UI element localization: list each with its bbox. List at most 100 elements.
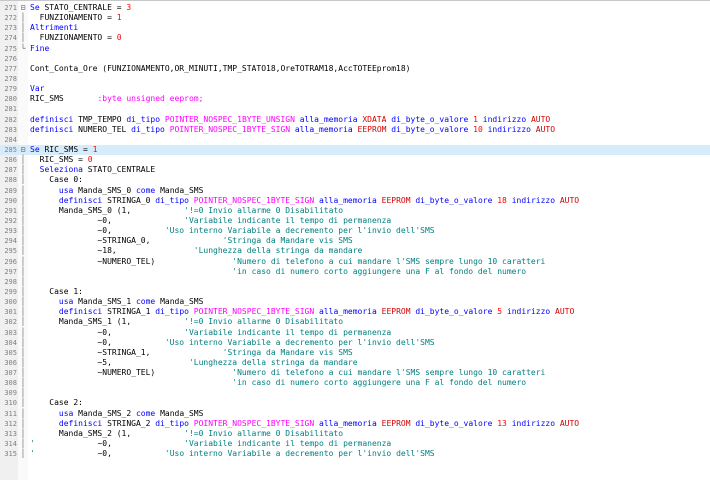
fold-toggle-icon[interactable]: ⊟ — [19, 145, 27, 155]
code-line[interactable]: 309 │ — [0, 388, 710, 398]
code-line[interactable]: 281 — [0, 104, 710, 114]
code-line[interactable]: 290 │ definisci STRINGA_0 di_tipo POINTER… — [0, 196, 710, 206]
code-text[interactable]: definisci TMP_TEMPO di_tipo POINTER_NOSP… — [30, 115, 550, 125]
code-text[interactable]: ' ~0, 'Variabile indicante il tempo di p… — [30, 439, 391, 449]
code-text[interactable]: usa Manda_SMS_2 come Manda_SMS — [30, 408, 204, 419]
code-editor[interactable]: 271 ⊟ Se STATO_CENTRALE = 3 272 │ FUNZIONAME… — [0, 0, 710, 480]
code-line[interactable]: 299 │ Case 1: — [0, 287, 710, 297]
code-line[interactable]: 291 │ Manda_SMS_0 (1, '!=0 Invio allarme … — [0, 206, 710, 216]
code-line[interactable]: 273 │ Altrimenti — [0, 23, 710, 33]
code-line[interactable]: 283 definisci NUMERO_TEL di_tipo POINTER_… — [0, 125, 710, 135]
code-text[interactable]: ~5, 'Lunghezza della stringa da mandare — [30, 358, 357, 368]
code-line[interactable]: 300 │ usa Manda_SMS_1 come Manda_SMS — [0, 297, 710, 307]
line-number: 277 — [4, 64, 17, 73]
code-text[interactable]: ~0, 'Uso interno Variabile a decremento … — [30, 226, 435, 236]
code-line[interactable]: 294 │ ~STRINGA_0, 'Stringa da Mandare vis… — [0, 236, 710, 246]
code-text[interactable]: usa Manda_SMS_0 come Manda_SMS — [30, 186, 204, 196]
code-text[interactable]: FUNZIONAMENTO = 1 — [30, 13, 122, 23]
fold-line-icon: │ — [20, 205, 26, 215]
code-text[interactable]: Cont_Conta_Ore (FUNZIONAMENTO,OR_MINUTI,… — [30, 64, 411, 74]
code-text[interactable]: definisci NUMERO_TEL di_tipo POINTER_NOS… — [30, 125, 555, 135]
code-text[interactable]: RIC_SMS = 0 — [30, 155, 93, 165]
code-text[interactable]: ~STRINGA_0, 'Stringa da Mandare vis SMS — [30, 236, 352, 246]
code-text[interactable]: ~NUMERO_TEL) 'Numero di telefono a cui m… — [30, 368, 545, 378]
code-line[interactable]: 311 │ usa Manda_SMS_2 come Manda_SMS — [0, 409, 710, 419]
code-text[interactable]: definisci STRINGA_1 di_tipo POINTER_NOSP… — [30, 307, 574, 317]
code-text[interactable]: ~0, 'Variabile indicante il tempo di per… — [30, 328, 391, 338]
code-line[interactable]: 313 │ Manda_SMS_2 (1, '!=0 Invio allarme … — [0, 429, 710, 439]
code-text[interactable]: 'in caso di numero corto aggiungere una … — [30, 378, 526, 388]
code-line[interactable]: 282 definisci TMP_TEMPO di_tipo POINTER_N… — [0, 115, 710, 125]
line-number: 284 — [4, 135, 17, 144]
code-line[interactable]: 308 │ 'in caso di numero corto aggiungere… — [0, 378, 710, 388]
code-line[interactable]: 302 │ Manda_SMS_1 (1, '!=0 Invio allarme … — [0, 317, 710, 327]
code-text[interactable]: Altrimenti — [30, 23, 78, 33]
code-line[interactable]: 310 │ Case 2: — [0, 398, 710, 408]
code-text[interactable]: Se STATO_CENTRALE = 3 — [30, 3, 131, 13]
code-line[interactable]: 285 ⊟ Se RIC_SMS = 1 — [0, 144, 710, 156]
code-token: come — [135, 297, 161, 307]
code-line[interactable]: 286 │ RIC_SMS = 0 — [0, 155, 710, 165]
code-text[interactable]: Case 2: — [30, 398, 83, 408]
code-line[interactable]: 305 │ ~STRINGA_1, 'Stringa da Mandare vis… — [0, 348, 710, 358]
code-text[interactable]: RIC_SMS :byte unsigned eeprom; — [30, 94, 203, 104]
code-line[interactable]: 296 │ ~NUMERO_TEL) 'Numero di telefono a … — [0, 257, 710, 267]
code-line[interactable]: 315 │ ' ~0, 'Uso interno Variabile a decre… — [0, 449, 710, 459]
code-text[interactable]: Se RIC_SMS = 1 — [30, 145, 97, 155]
code-line[interactable]: 298 │ — [0, 277, 710, 287]
code-line[interactable]: 297 │ 'in caso di numero corto aggiungere… — [0, 267, 710, 277]
code-line[interactable]: 292 │ ~0, 'Variabile indicante il tempo d… — [0, 216, 710, 226]
code-line[interactable]: 280 RIC_SMS :byte unsigned eeprom; — [0, 94, 710, 104]
code-text[interactable]: usa Manda_SMS_1 come Manda_SMS — [30, 297, 204, 307]
code-token: come — [135, 408, 161, 418]
code-line[interactable]: 284 — [0, 135, 710, 145]
code-text[interactable]: ~18, 'Lunghezza della stringa da mandare — [30, 246, 362, 256]
code-line[interactable]: 272 │ FUNZIONAMENTO = 1 — [0, 13, 710, 23]
code-text[interactable]: Manda_SMS_2 (1, '!=0 Invio allarme 0 Dis… — [30, 429, 343, 439]
code-line[interactable]: 279 Var — [0, 84, 710, 94]
code-line[interactable]: 271 ⊟ Se STATO_CENTRALE = 3 — [0, 3, 710, 13]
code-text[interactable]: Manda_SMS_1 (1, '!=0 Invio allarme 0 Dis… — [30, 317, 343, 327]
code-token: 'Uso interno Variabile a decremento per … — [164, 226, 435, 236]
code-text[interactable]: Var — [30, 84, 44, 94]
code-line[interactable]: 306 │ ~5, 'Lunghezza della stringa da man… — [0, 358, 710, 368]
code-text[interactable]: ' ~0, 'Uso interno Variabile a decrement… — [30, 449, 435, 459]
code-line[interactable]: 278 — [0, 74, 710, 84]
code-line[interactable]: 288 │ Case 0: — [0, 175, 710, 185]
code-text[interactable]: ~STRINGA_1, 'Stringa da Mandare vis SMS — [30, 348, 352, 358]
code-token: 'Variabile indicante il tempo di permane… — [184, 215, 392, 225]
code-token: di_tipo — [155, 195, 194, 205]
line-number: 313 — [4, 429, 17, 438]
code-line[interactable]: 277 Cont_Conta_Ore (FUNZIONAMENTO,OR_MINU… — [0, 64, 710, 74]
code-text[interactable]: ~NUMERO_TEL) 'Numero di telefono a cui m… — [30, 257, 545, 267]
fold-line-icon: │ — [20, 246, 26, 256]
code-line[interactable]: 274 │ FUNZIONAMENTO = 0 — [0, 33, 710, 43]
code-line[interactable]: 295 │ ~18, 'Lunghezza della stringa da ma… — [0, 246, 710, 256]
code-line[interactable]: 312 │ definisci STRINGA_2 di_tipo POINTER… — [0, 419, 710, 429]
code-line[interactable]: 276 — [0, 54, 710, 64]
code-text[interactable]: ~0, 'Uso interno Variabile a decremento … — [30, 338, 434, 348]
code-text[interactable]: Case 0: — [30, 175, 83, 185]
code-text[interactable]: definisci STRINGA_2 di_tipo POINTER_NOSP… — [30, 419, 579, 429]
line-number: 298 — [4, 277, 17, 286]
code-line[interactable]: 307 │ ~NUMERO_TEL) 'Numero di telefono a … — [0, 368, 710, 378]
code-text[interactable]: definisci STRINGA_0 di_tipo POINTER_NOSP… — [30, 196, 579, 206]
code-text[interactable]: Case 1: — [30, 287, 83, 297]
code-line[interactable]: 287 │ Seleziona STATO_CENTRALE — [0, 165, 710, 175]
code-text[interactable]: Seleziona STATO_CENTRALE — [30, 165, 156, 175]
code-text[interactable]: 'in caso di numero corto aggiungere una … — [30, 267, 526, 277]
code-text[interactable]: FUNZIONAMENTO = 0 — [30, 33, 122, 43]
code-line[interactable]: 275 └ Fine — [0, 44, 710, 54]
code-text[interactable]: Manda_SMS_0 (1, '!=0 Invio allarme 0 Dis… — [30, 206, 343, 216]
code-text[interactable]: Fine — [30, 44, 49, 54]
code-line[interactable]: 301 │ definisci STRINGA_1 di_tipo POINTER… — [0, 307, 710, 317]
fold-toggle-icon[interactable]: ⊟ — [19, 3, 27, 13]
code-line[interactable]: 293 │ ~0, 'Uso interno Variabile a decrem… — [0, 226, 710, 236]
code-text[interactable]: ~0, 'Variabile indicante il tempo di per… — [30, 216, 391, 226]
code-lines[interactable]: 271 ⊟ Se STATO_CENTRALE = 3 272 │ FUNZIONAME… — [0, 3, 710, 459]
code-line[interactable]: 303 │ ~0, 'Variabile indicante il tempo d… — [0, 328, 710, 338]
code-line[interactable]: 314 │ ' ~0, 'Variabile indicante il tempo … — [0, 439, 710, 449]
code-line[interactable]: 289 │ usa Manda_SMS_0 come Manda_SMS — [0, 186, 710, 196]
code-token: :byte unsigned eeprom; — [97, 94, 204, 104]
code-line[interactable]: 304 │ ~0, 'Uso interno Variabile a decrem… — [0, 338, 710, 348]
